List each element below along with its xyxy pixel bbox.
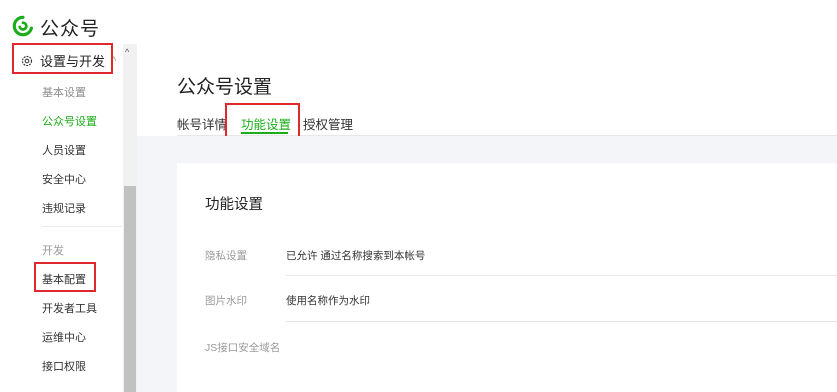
page-title: 公众号设置	[177, 77, 273, 98]
js-api-domain-label: JS接口安全域名	[205, 342, 281, 354]
highlight-box-basic-config	[34, 262, 96, 292]
brand-name[interactable]: 公众号	[40, 14, 100, 41]
sidebar-section-dev: 开发	[42, 245, 64, 257]
tab-account-details[interactable]: 帐号详情	[177, 114, 227, 133]
sidebar-item-staff-settings[interactable]: 人员设置	[42, 142, 86, 158]
privacy-settings-label: 隐私设置	[205, 250, 247, 262]
image-watermark-value: 使用名称作为水印	[286, 295, 370, 307]
wechat-oa-logo-icon[interactable]	[12, 15, 34, 37]
row-divider	[286, 321, 837, 322]
tab-authorization-management[interactable]: 授权管理	[303, 114, 353, 133]
top-bar: 公众号	[0, 0, 837, 44]
highlight-box-settings-dev	[12, 43, 113, 74]
row-divider	[286, 275, 837, 276]
sidebar-item-security-center[interactable]: 安全中心	[42, 171, 86, 187]
image-watermark-label: 图片水印	[205, 295, 247, 307]
sidebar-item-account-settings[interactable]: 公众号设置	[42, 113, 97, 129]
sidebar-item-developer-tools[interactable]: 开发者工具	[42, 300, 97, 316]
sidebar-item-violation-records[interactable]: 违规记录	[42, 200, 86, 216]
sidebar-scrollbar-thumb[interactable]	[124, 186, 136, 392]
card-title: 功能设置	[205, 197, 263, 213]
privacy-settings-value: 已允许 通过名称搜索到本帐号	[286, 250, 426, 262]
scroll-up-arrow-icon[interactable]: ^	[125, 47, 129, 57]
sidebar-divider	[42, 226, 122, 227]
sidebar-item-ops-center[interactable]: 运维中心	[42, 329, 86, 345]
feature-settings-card	[177, 163, 837, 392]
sidebar-item-api-permissions[interactable]: 接口权限	[42, 358, 86, 374]
sidebar-item-basic-settings[interactable]: 基本设置	[42, 84, 86, 100]
